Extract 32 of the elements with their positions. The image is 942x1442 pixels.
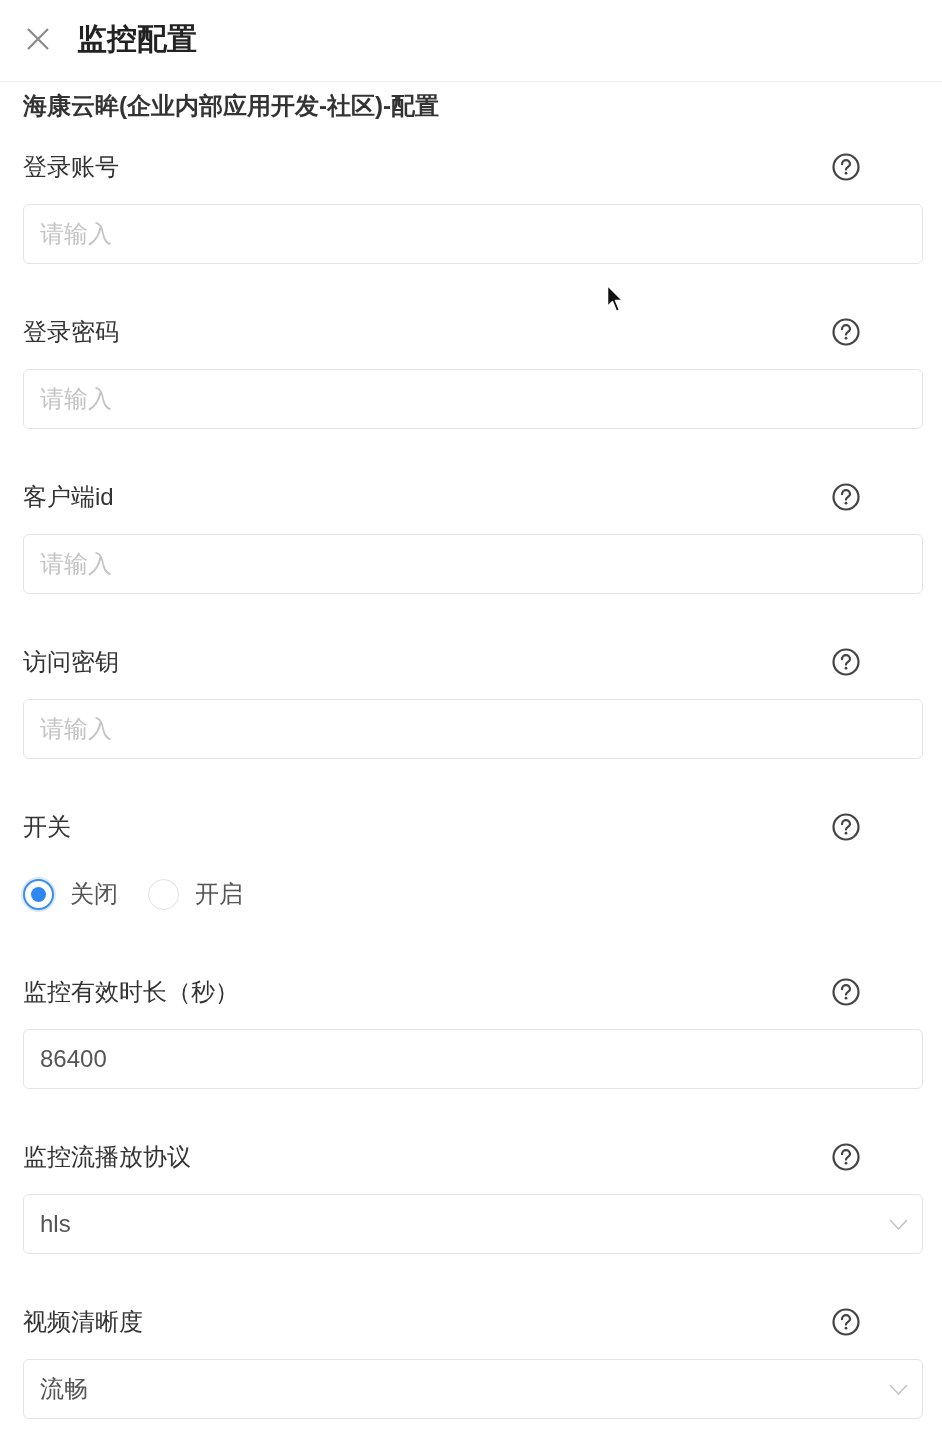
text-input[interactable]: 86400 <box>23 1029 923 1089</box>
mouse-pointer-icon <box>606 284 624 314</box>
field-label: 开关 <box>23 812 71 843</box>
field-label: 视频清晰度 <box>23 1307 143 1338</box>
close-button[interactable] <box>27 27 49 50</box>
help-icon[interactable] <box>832 318 860 346</box>
select-field[interactable]: 流畅 <box>23 1359 923 1419</box>
radio-option[interactable]: 开启 <box>148 878 243 910</box>
help-icon[interactable] <box>832 483 860 511</box>
help-icon[interactable] <box>832 978 860 1006</box>
select-field[interactable]: hls <box>23 1194 923 1254</box>
help-icon[interactable] <box>832 648 860 676</box>
chevron-down-icon <box>889 1383 908 1395</box>
field-label: 登录账号 <box>23 152 119 183</box>
radio-option[interactable]: 关闭 <box>23 878 118 910</box>
field-label: 监控流播放协议 <box>23 1142 191 1173</box>
text-input[interactable]: 请输入 <box>23 534 923 594</box>
page-title: 监控配置 <box>77 20 197 57</box>
section-title: 海康云眸(企业内部应用开发-社区)-配置 <box>23 91 440 121</box>
help-icon[interactable] <box>832 153 860 181</box>
text-input[interactable]: 请输入 <box>23 369 923 429</box>
field-label: 访问密钥 <box>23 647 119 678</box>
chevron-down-icon <box>889 1218 908 1230</box>
text-input[interactable]: 请输入 <box>23 699 923 759</box>
help-icon[interactable] <box>832 813 860 841</box>
help-icon[interactable] <box>832 1143 860 1171</box>
field-label: 登录密码 <box>23 317 119 348</box>
text-input[interactable]: 请输入 <box>23 204 923 264</box>
field-label: 监控有效时长（秒） <box>23 977 239 1008</box>
field-label: 客户端id <box>23 482 114 513</box>
close-icon <box>27 27 49 50</box>
help-icon[interactable] <box>832 1308 860 1336</box>
